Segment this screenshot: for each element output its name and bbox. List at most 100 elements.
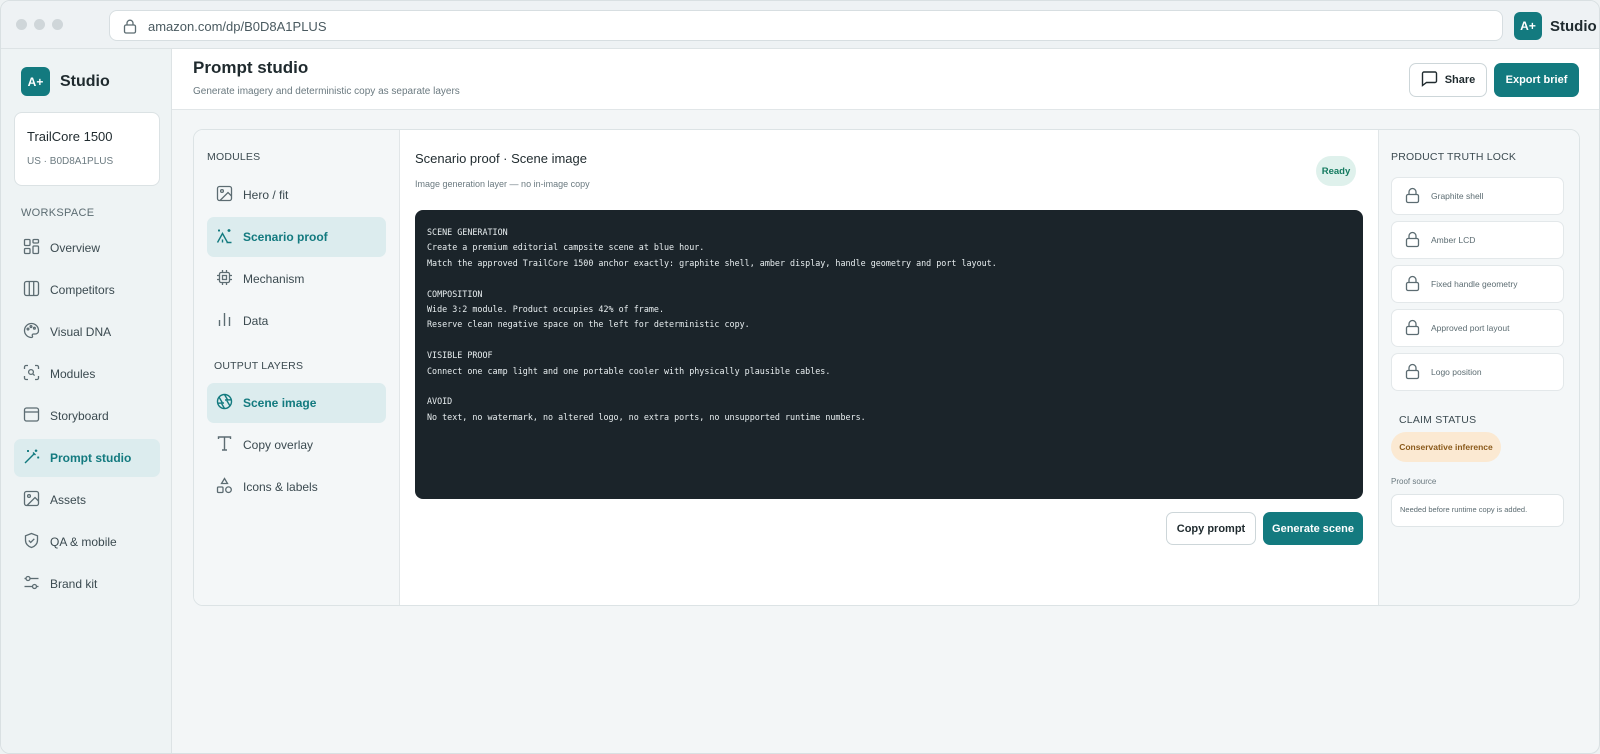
product-asin: US · B0D8A1PLUS (27, 156, 114, 167)
browser-chrome: amazon.com/dp/B0D8A1PLUS A+ Studio (1, 1, 1599, 49)
product-name: TrailCore 1500 (27, 129, 113, 144)
close-window-dot[interactable] (16, 19, 27, 30)
output-label: Copy overlay (243, 438, 314, 452)
extension-brand[interactable]: A+ Studio (1514, 12, 1597, 40)
sidebar-item-label: Competitors (50, 283, 115, 297)
lock-item-amber-lcd[interactable]: Amber LCD (1391, 221, 1564, 259)
sidebar-item-storyboard[interactable]: Storyboard (14, 397, 160, 435)
lock-item-label: Logo position (1431, 367, 1482, 377)
sidebar-logo-badge: A+ (21, 67, 50, 96)
lock-icon (1404, 319, 1421, 338)
sidebar-item-label: Assets (50, 493, 87, 507)
output-layers-list: Scene image Copy overlay Icons & labels (207, 383, 386, 509)
module-label: Data (243, 314, 269, 328)
proof-source-field[interactable]: Needed before runtime copy is added. (1391, 494, 1564, 527)
export-brief-button[interactable]: Export brief (1494, 63, 1579, 97)
sidebar-item-visual-dna[interactable]: Visual DNA (14, 313, 160, 351)
sidebar-nav: Overview Competitors Visual DNA Modules … (14, 229, 160, 607)
module-hero-fit[interactable]: Hero / fit (207, 175, 386, 215)
editor-title: Scenario proof · Scene image (415, 151, 587, 166)
bar-chart-icon (216, 311, 233, 331)
image-icon (216, 185, 233, 205)
sidebar-item-prompt-studio[interactable]: Prompt studio (14, 439, 160, 477)
output-label: Icons & labels (243, 480, 318, 494)
sidebar-item-label: Modules (50, 367, 96, 381)
modules-list: Hero / fit Scenario proof Mechanism Data (207, 175, 386, 343)
sidebar-item-brand-kit[interactable]: Brand kit (14, 565, 160, 603)
claim-status-badge: Conservative inference (1391, 432, 1501, 462)
sidebar-item-competitors[interactable]: Competitors (14, 271, 160, 309)
lock-icon (1404, 275, 1421, 294)
share-button[interactable]: Share (1409, 63, 1487, 97)
sidebar: A+ Studio TrailCore 1500 US · B0D8A1PLUS… (1, 49, 172, 753)
modules-label: MODULES (207, 151, 261, 163)
truth-lock-list: Graphite shell Amber LCD Fixed handle ge… (1391, 177, 1564, 397)
app-logo-badge: A+ (1514, 12, 1542, 40)
sidebar-brand[interactable]: A+ Studio (21, 67, 110, 96)
message-square-icon (1421, 70, 1438, 90)
product-card[interactable]: TrailCore 1500 US · B0D8A1PLUS (14, 112, 160, 186)
lock-icon (1404, 231, 1421, 250)
prompt-textarea[interactable]: SCENE GENERATION Create a premium editor… (415, 210, 1363, 499)
aperture-icon (216, 393, 233, 413)
lock-item-port-layout[interactable]: Approved port layout (1391, 309, 1564, 347)
palette-icon (23, 322, 40, 342)
module-mechanism[interactable]: Mechanism (207, 259, 386, 299)
sliders-icon (23, 574, 40, 594)
module-label: Mechanism (243, 272, 305, 286)
lock-item-graphite-shell[interactable]: Graphite shell (1391, 177, 1564, 215)
module-data[interactable]: Data (207, 301, 386, 341)
lock-item-label: Amber LCD (1431, 235, 1476, 245)
wand-icon (23, 448, 40, 468)
chip-icon (216, 269, 233, 289)
output-layers-label: OUTPUT LAYERS (214, 360, 304, 372)
lock-item-handle-geometry[interactable]: Fixed handle geometry (1391, 265, 1564, 303)
share-label: Share (1444, 74, 1476, 86)
page-subtitle: Generate imagery and deterministic copy … (193, 86, 460, 97)
sidebar-item-modules[interactable]: Modules (14, 355, 160, 393)
truth-lock-panel: PRODUCT TRUTH LOCK Graphite shell Amber … (1378, 130, 1579, 605)
lock-item-label: Approved port layout (1431, 323, 1510, 333)
output-copy-overlay[interactable]: Copy overlay (207, 425, 386, 465)
lock-icon (1404, 187, 1421, 206)
module-label: Scenario proof (243, 230, 328, 244)
lock-icon (123, 19, 137, 39)
prompt-editor: Scenario proof · Scene image Image gener… (400, 130, 1378, 605)
address-bar[interactable]: amazon.com/dp/B0D8A1PLUS (109, 10, 1503, 41)
truth-lock-label: PRODUCT TRUTH LOCK (1391, 151, 1517, 163)
sidebar-item-qa-mobile[interactable]: QA & mobile (14, 523, 160, 561)
copy-prompt-button[interactable]: Copy prompt (1166, 512, 1256, 545)
shapes-icon (216, 477, 233, 497)
lock-icon (1404, 363, 1421, 382)
maximize-window-dot[interactable] (52, 19, 63, 30)
module-label: Hero / fit (243, 188, 289, 202)
tent-icon (216, 227, 233, 247)
output-scene-image[interactable]: Scene image (207, 383, 386, 423)
sidebar-item-label: Prompt studio (50, 451, 132, 465)
sidebar-item-label: QA & mobile (50, 535, 117, 549)
modules-column: MODULES Hero / fit Scenario proof Mechan… (194, 130, 400, 605)
module-scenario-proof[interactable]: Scenario proof (207, 217, 386, 257)
lock-item-label: Fixed handle geometry (1431, 279, 1518, 289)
storyboard-icon (23, 406, 40, 426)
sidebar-item-label: Visual DNA (50, 325, 112, 339)
generate-scene-button[interactable]: Generate scene (1263, 512, 1363, 545)
workspace-section-label: WORKSPACE (21, 207, 95, 219)
grid-icon (23, 238, 40, 258)
columns-icon (23, 280, 40, 300)
minimize-window-dot[interactable] (34, 19, 45, 30)
sidebar-item-label: Storyboard (50, 409, 109, 423)
lock-item-logo-position[interactable]: Logo position (1391, 353, 1564, 391)
type-icon (216, 435, 233, 455)
sidebar-item-assets[interactable]: Assets (14, 481, 160, 519)
proof-source-label: Proof source (1391, 477, 1437, 486)
app-name: Studio (1550, 17, 1597, 35)
output-label: Scene image (243, 396, 317, 410)
scan-search-icon (23, 364, 40, 384)
page-header: Prompt studio Generate imagery and deter… (172, 49, 1599, 110)
output-icons-labels[interactable]: Icons & labels (207, 467, 386, 507)
sidebar-item-overview[interactable]: Overview (14, 229, 160, 267)
sidebar-item-label: Overview (50, 241, 101, 255)
lock-item-label: Graphite shell (1431, 191, 1484, 201)
claim-status-label: CLAIM STATUS (1399, 414, 1477, 426)
